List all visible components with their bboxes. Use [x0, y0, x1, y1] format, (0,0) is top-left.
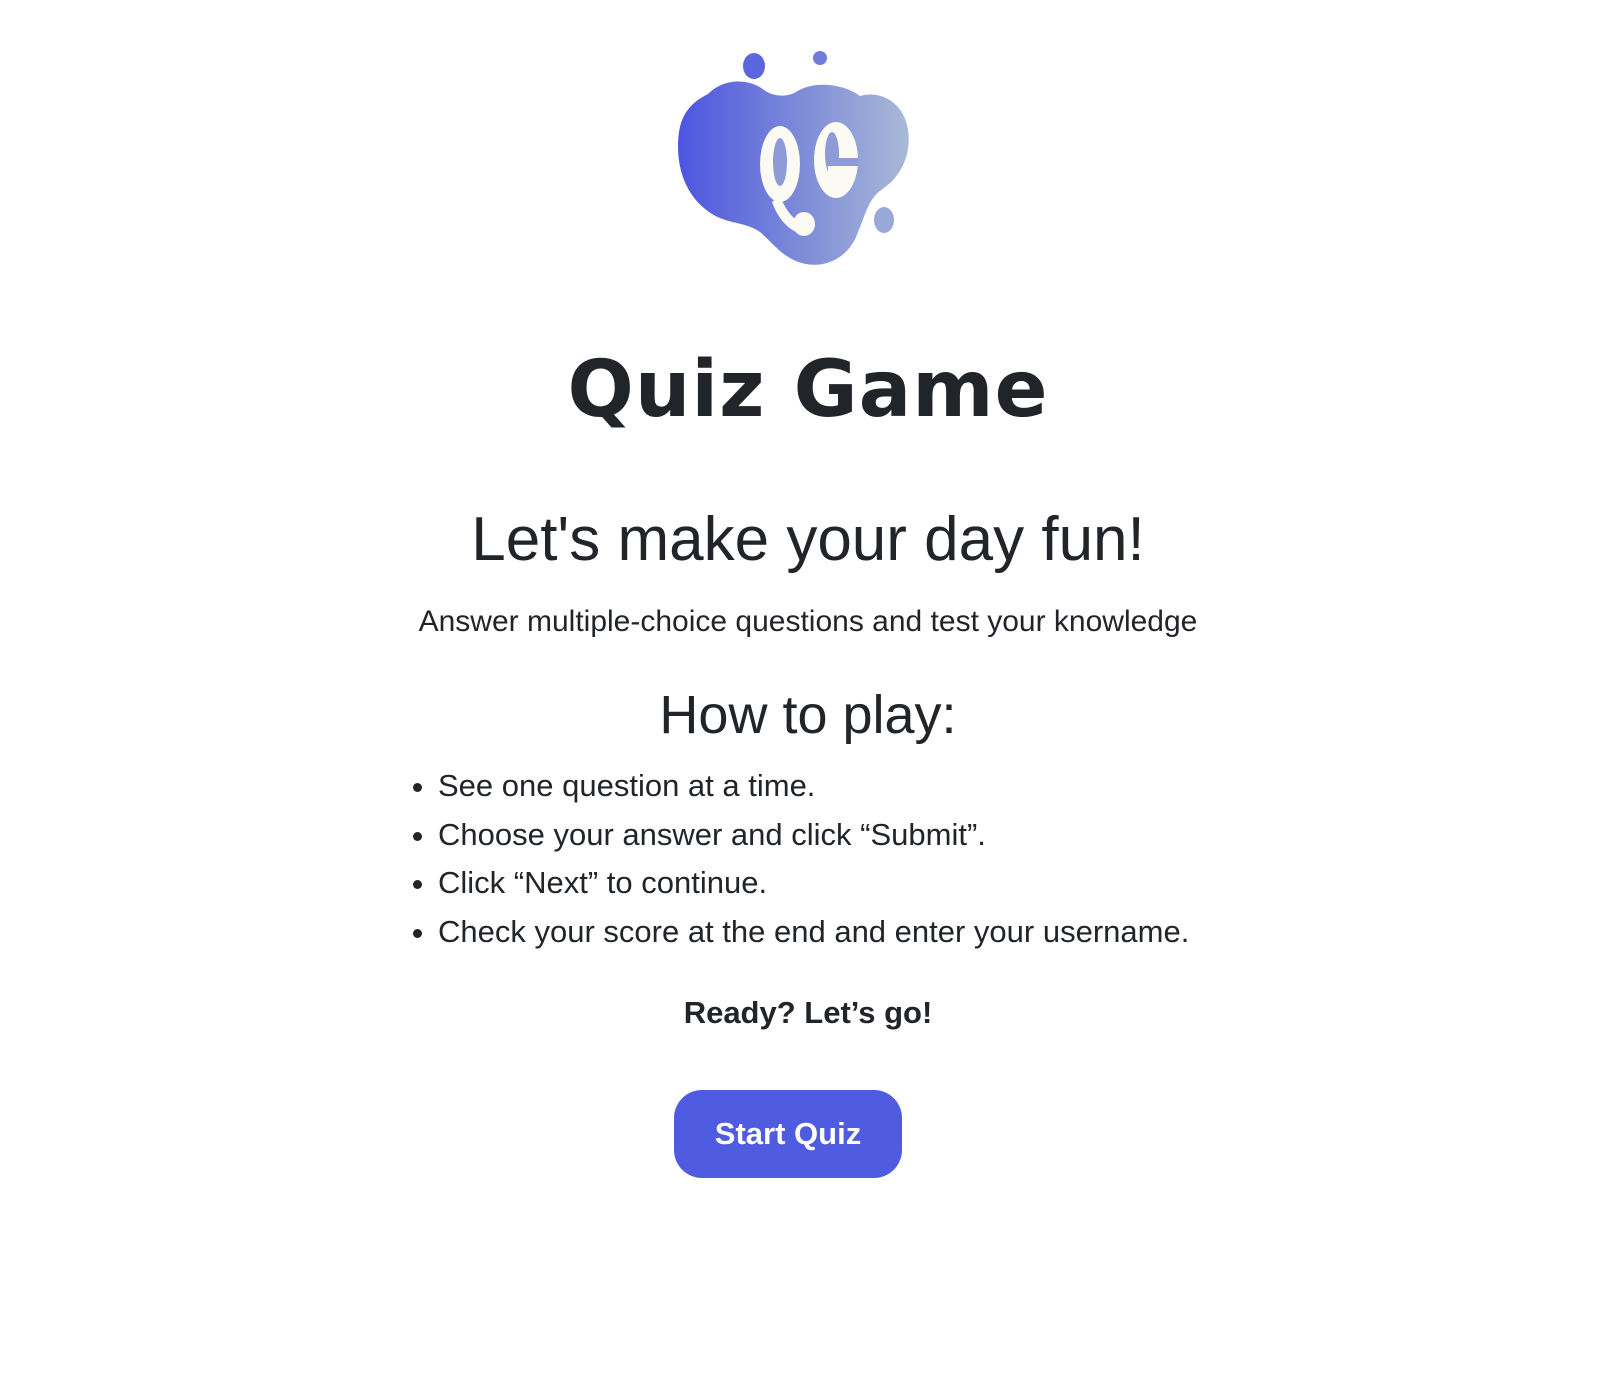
- rules-list: See one question at a time. Choose your …: [398, 762, 1338, 956]
- start-quiz-button[interactable]: Start Quiz: [674, 1090, 902, 1178]
- rule-item: Check your score at the end and enter yo…: [438, 908, 1338, 957]
- tagline-heading: Let's make your day fun!: [471, 505, 1145, 574]
- rule-item: Choose your answer and click “Submit”.: [438, 811, 1338, 860]
- rule-item: See one question at a time.: [438, 762, 1338, 811]
- quiz-game-logo-icon: [678, 51, 909, 265]
- rule-item: Click “Next” to continue.: [438, 859, 1338, 908]
- subtitle-text: Answer multiple-choice questions and tes…: [418, 605, 1198, 638]
- page-title: Quiz Game: [567, 345, 1049, 435]
- ready-text: Ready? Let’s go!: [683, 995, 933, 1030]
- how-to-play-heading: How to play:: [659, 685, 957, 745]
- quiz-landing-page: Quiz Game Let's make your day fun! Answe…: [0, 0, 1616, 1380]
